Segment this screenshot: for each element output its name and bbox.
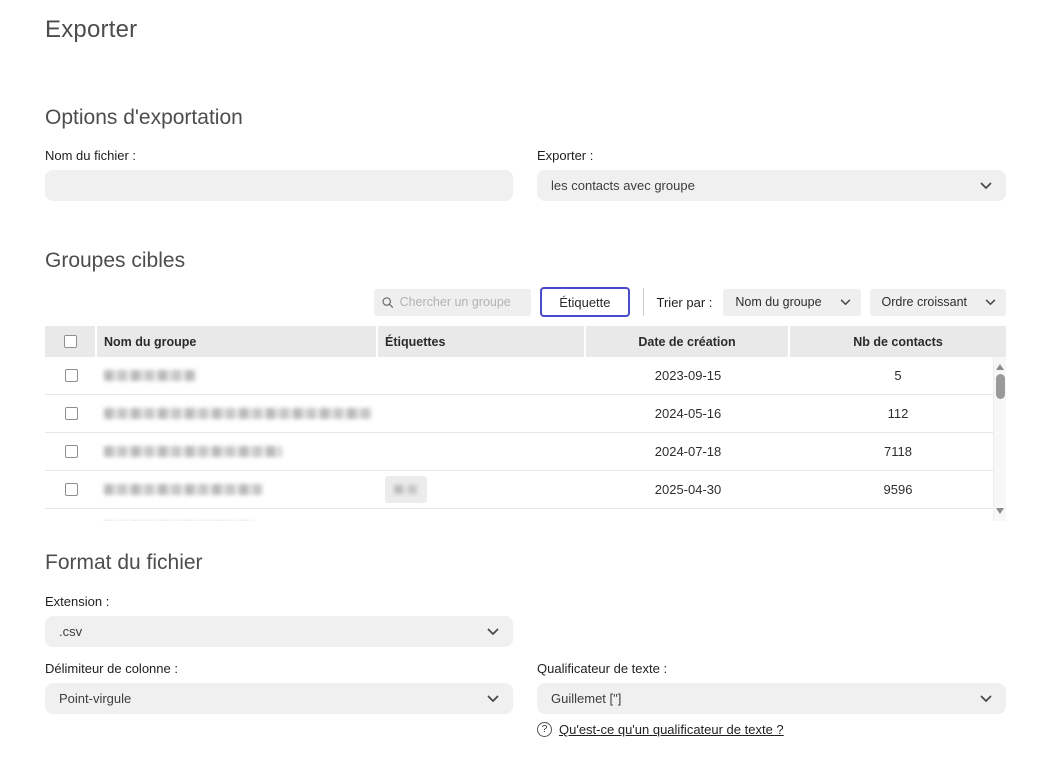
row-creation-date: 2024-12-19 xyxy=(586,520,790,521)
section-target-groups: Groupes cibles xyxy=(45,249,1006,273)
row-creation-date: 2024-07-18 xyxy=(586,444,790,459)
table-row[interactable]: 2025-04-30 9596 xyxy=(45,471,1006,509)
page-title: Exporter xyxy=(45,16,1006,44)
qualifier-select[interactable]: Guillemet ["] xyxy=(537,683,1006,714)
export-target-select[interactable]: les contacts avec groupe xyxy=(537,170,1006,201)
redacted-tag xyxy=(394,485,418,494)
group-search[interactable] xyxy=(374,289,531,316)
row-creation-date: 2025-04-30 xyxy=(586,482,790,497)
row-contact-count: 112 xyxy=(790,406,1006,421)
col-header-contact-count[interactable]: Nb de contacts xyxy=(790,326,1006,357)
redacted-group-name xyxy=(104,446,282,457)
chevron-down-icon xyxy=(980,695,992,703)
row-creation-date: 2023-09-15 xyxy=(586,368,790,383)
export-page: Exporter Options d'exportation Nom du fi… xyxy=(0,0,1060,767)
redacted-group-name xyxy=(104,408,372,419)
row-contact-count: 9596 xyxy=(790,482,1006,497)
delimiter-value: Point-virgule xyxy=(59,691,131,706)
section-file-format: Format du fichier xyxy=(45,551,1006,575)
delimiter-select[interactable]: Point-virgule xyxy=(45,683,513,714)
delimiter-label: Délimiteur de colonne : xyxy=(45,661,513,676)
export-target-label: Exporter : xyxy=(537,148,1006,163)
scrollbar-thumb[interactable] xyxy=(996,374,1005,399)
toolbar-divider xyxy=(643,288,644,316)
qualifier-value: Guillemet ["] xyxy=(551,691,621,706)
groups-table-body: 2023-09-15 5 2024-05-16 112 2024-07-18 7… xyxy=(45,357,1006,521)
sort-order-value: Ordre croissant xyxy=(882,295,967,309)
chevron-down-icon xyxy=(985,299,996,306)
qualifier-label: Qualificateur de texte : xyxy=(537,661,1006,676)
chevron-down-icon xyxy=(487,628,499,636)
chevron-down-icon xyxy=(487,695,499,703)
sort-field-value: Nom du groupe xyxy=(735,295,821,309)
help-icon: ? xyxy=(537,722,552,737)
redacted-group-name xyxy=(104,484,262,495)
search-icon xyxy=(382,296,393,309)
qualifier-help-link[interactable]: Qu'est-ce qu'un qualificateur de texte ? xyxy=(559,722,784,737)
tag-filter-button[interactable]: Étiquette xyxy=(540,287,629,317)
tag-chip xyxy=(385,476,427,503)
extension-value: .csv xyxy=(59,624,82,639)
groups-table: Nom du groupe Étiquettes Date de créatio… xyxy=(45,326,1006,521)
chevron-down-icon xyxy=(840,299,851,306)
filename-input[interactable] xyxy=(45,170,513,201)
row-contact-count: 7118 xyxy=(790,444,1006,459)
redacted-group-name xyxy=(104,370,196,381)
table-row[interactable]: 2023-09-15 5 xyxy=(45,357,1006,395)
row-checkbox[interactable] xyxy=(65,407,78,420)
export-target-value: les contacts avec groupe xyxy=(551,178,695,193)
groups-table-header: Nom du groupe Étiquettes Date de créatio… xyxy=(45,326,1006,357)
sort-order-select[interactable]: Ordre croissant xyxy=(870,289,1006,316)
extension-select[interactable]: .csv xyxy=(45,616,513,647)
col-header-creation-date[interactable]: Date de création xyxy=(586,326,790,357)
section-export-options: Options d'exportation xyxy=(45,106,1006,130)
table-row[interactable]: 2024-07-18 7118 xyxy=(45,433,1006,471)
scroll-down-icon[interactable] xyxy=(996,508,1004,514)
groups-toolbar: Étiquette Trier par : Nom du groupe Ordr… xyxy=(45,287,1006,317)
select-all-checkbox[interactable] xyxy=(64,335,77,348)
sort-by-label: Trier par : xyxy=(657,295,713,310)
row-creation-date: 2024-05-16 xyxy=(586,406,790,421)
chevron-down-icon xyxy=(980,182,992,190)
group-search-input[interactable] xyxy=(400,295,524,309)
col-header-tags[interactable]: Étiquettes xyxy=(378,326,586,357)
row-checkbox[interactable] xyxy=(65,483,78,496)
row-checkbox[interactable] xyxy=(65,369,78,382)
extension-label: Extension : xyxy=(45,594,513,609)
row-contact-count: 84 xyxy=(790,520,1006,521)
row-contact-count: 5 xyxy=(790,368,1006,383)
filename-label: Nom du fichier : xyxy=(45,148,513,163)
table-row[interactable]: 2024-05-16 112 xyxy=(45,395,1006,433)
col-header-group-name[interactable]: Nom du groupe xyxy=(97,326,378,357)
sort-field-select[interactable]: Nom du groupe xyxy=(723,289,860,316)
row-checkbox[interactable] xyxy=(65,445,78,458)
scroll-up-icon[interactable] xyxy=(996,364,1004,370)
table-scrollbar[interactable] xyxy=(993,357,1006,521)
table-row[interactable]: 2024-12-19 84 xyxy=(45,509,1006,521)
